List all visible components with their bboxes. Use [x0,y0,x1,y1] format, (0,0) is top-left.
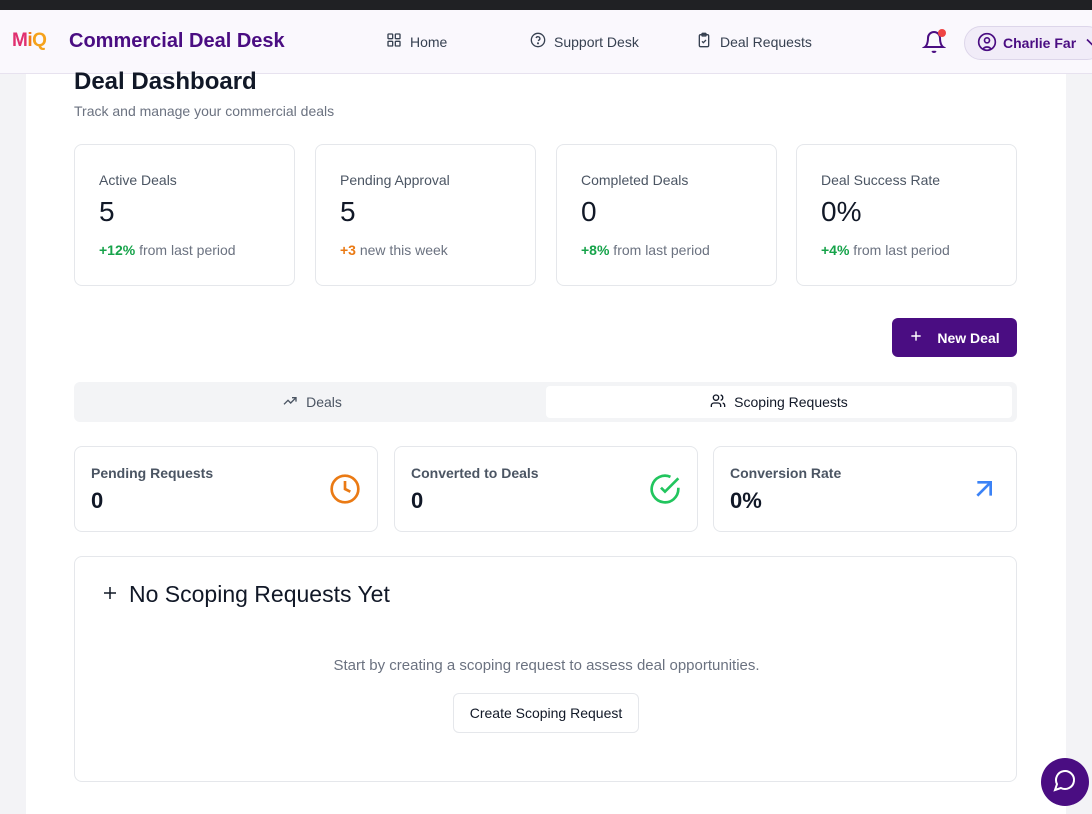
notification-dot [938,29,946,37]
browser-top-strip [0,0,1092,10]
page-title: Deal Dashboard [74,68,257,95]
tab-deals-label: Deals [306,394,342,410]
top-navbar: MiQ Commercial Deal Desk Home Support De… [0,10,1092,74]
stat-label: Pending Approval [340,172,450,188]
nav-deal-requests[interactable]: Deal Requests [696,32,812,51]
metric-label: Converted to Deals [411,465,539,481]
empty-state-text: Start by creating a scoping request to a… [333,657,760,674]
metric-card-pending-requests: Pending Requests 0 [74,446,378,532]
tab-deals[interactable]: Deals [78,386,546,418]
clock-icon [329,473,361,505]
clipboard-icon [696,32,712,51]
stat-card-deal-success-rate: Deal Success Rate 0% +4% from last perio… [796,144,1017,286]
tab-scoping-requests-label: Scoping Requests [734,394,848,410]
stat-change-text: from last period [609,242,710,258]
stat-change-amount: +3 [340,242,356,258]
dashboard-tabs: Deals Scoping Requests [74,382,1017,422]
help-circle-icon [530,32,546,51]
nav-home[interactable]: Home [386,32,447,51]
metric-label: Conversion Rate [730,465,842,481]
user-name: Charlie Far [1003,35,1077,51]
notifications-bell[interactable] [921,29,947,54]
logo-letter-q: Q [32,30,47,51]
stat-change-amount: +8% [581,242,610,258]
message-circle-icon [1053,768,1077,797]
stat-change-text: from last period [135,242,236,258]
stat-change: +3 new this week [340,242,511,258]
page-subtitle: Track and manage your commercial deals [74,103,335,119]
empty-state-title: No Scoping Requests Yet [101,581,390,608]
new-deal-button[interactable]: New Deal [892,318,1017,357]
stat-value: 5 [340,196,356,227]
metric-label: Pending Requests [91,465,214,481]
stat-label: Active Deals [99,172,177,188]
chevron-down-icon [1082,32,1092,55]
empty-state-title-text: No Scoping Requests Yet [129,581,390,607]
user-menu-button[interactable]: Charlie Far [964,26,1092,60]
user-circle-icon [977,32,997,55]
empty-state-card: No Scoping Requests Yet Start by creatin… [74,556,1017,782]
stat-change-text: new this week [355,242,448,258]
stat-value: 5 [99,196,115,227]
grid-icon [386,32,402,51]
users-icon [710,393,726,412]
stat-card-active-deals: Active Deals 5 +12% from last period [74,144,295,286]
stat-change: +12% from last period [99,242,270,258]
create-scoping-request-button[interactable]: Create Scoping Request [453,693,639,733]
new-deal-label: New Deal [937,329,1000,346]
arrow-up-right-icon [968,473,1000,505]
stat-change: +4% from last period [821,242,992,258]
metric-value: 0 [411,488,424,513]
check-circle-icon [649,473,681,505]
stat-card-pending-approval: Pending Approval 5 +3 new this week [315,144,536,286]
plus-icon [909,329,923,346]
stat-change-text: from last period [849,242,950,258]
tab-scoping-requests[interactable]: Scoping Requests [546,386,1012,418]
stat-value: 0% [821,196,862,227]
metric-value: 0% [730,488,762,513]
metric-value: 0 [91,488,104,513]
trending-up-icon [282,393,298,412]
nav-support-desk[interactable]: Support Desk [530,32,639,51]
miq-logo[interactable]: MiQ [12,30,47,52]
stat-change-amount: +4% [821,242,850,258]
app-title[interactable]: Commercial Deal Desk [69,30,285,53]
nav-home-label: Home [410,33,448,50]
metric-card-conversion-rate: Conversion Rate 0% [713,446,1017,532]
plus-icon [101,581,119,608]
logo-letter-m: M [12,30,28,51]
nav-support-desk-label: Support Desk [554,33,639,50]
stat-label: Deal Success Rate [821,172,941,188]
chat-button[interactable] [1041,758,1089,806]
stat-card-completed-deals: Completed Deals 0 +8% from last period [556,144,777,286]
stat-label: Completed Deals [581,172,689,188]
metric-card-converted-to-deals: Converted to Deals 0 [394,446,698,532]
stat-change: +8% from last period [581,242,752,258]
stat-value: 0 [581,196,597,227]
nav-deal-requests-label: Deal Requests [720,33,812,50]
bell-icon [921,31,947,58]
stat-change-amount: +12% [99,242,136,258]
